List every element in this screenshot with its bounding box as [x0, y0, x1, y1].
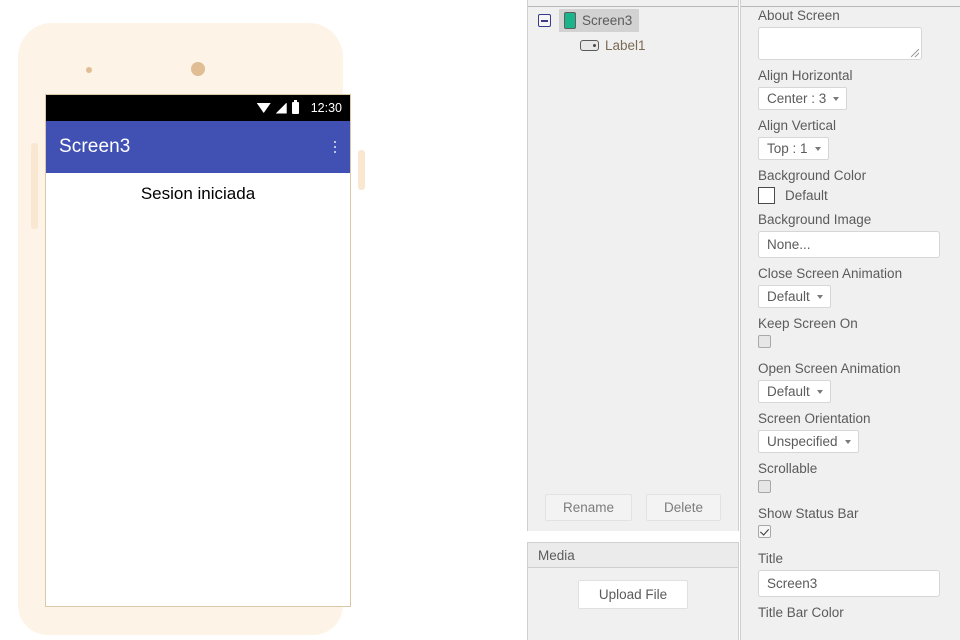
- open-screen-animation-select[interactable]: Default: [758, 380, 831, 403]
- show-status-bar-checkbox[interactable]: [758, 525, 771, 538]
- phone-right-button: [358, 150, 365, 190]
- select-value: Top : 1: [767, 141, 808, 156]
- chevron-down-icon: [816, 389, 823, 394]
- screen-icon: [564, 12, 576, 29]
- property-label: Align Horizontal: [758, 68, 853, 83]
- upload-file-button[interactable]: Upload File: [577, 580, 689, 609]
- app-root: 12:30 Screen3 Sesion iniciada Screen3 La…: [0, 0, 960, 640]
- phone-mockup: 12:30 Screen3 Sesion iniciada: [18, 23, 365, 635]
- delete-button[interactable]: Delete: [646, 494, 722, 521]
- property-title: Title Screen3: [758, 551, 944, 597]
- background-color-row: Default: [758, 187, 944, 204]
- rename-button[interactable]: Rename: [544, 494, 632, 521]
- align-horizontal-select[interactable]: Center : 3: [758, 87, 848, 110]
- tree-row: Label1: [528, 33, 738, 58]
- property-label: Open Screen Animation: [758, 361, 901, 376]
- property-label: Show Status Bar: [758, 506, 859, 521]
- color-swatch[interactable]: [758, 187, 775, 204]
- property-scrollable: Scrollable: [758, 461, 944, 498]
- properties-panel: About Screen Align Horizontal Center : 3…: [740, 0, 960, 640]
- status-bar-clock: 12:30: [310, 101, 342, 115]
- select-value: Default: [767, 384, 810, 399]
- close-screen-animation-select[interactable]: Default: [758, 285, 831, 308]
- media-panel: Media Upload File: [527, 542, 739, 640]
- property-background-image: Background Image None...: [758, 212, 944, 258]
- chevron-down-icon: [814, 146, 821, 151]
- property-close-screen-animation: Close Screen Animation Default: [758, 266, 944, 308]
- scrollable-checkbox[interactable]: [758, 480, 771, 493]
- chevron-down-icon: [833, 96, 840, 101]
- label1-component[interactable]: Sesion iniciada: [141, 184, 255, 204]
- chevron-down-icon: [844, 439, 851, 444]
- select-value: Center : 3: [767, 91, 827, 106]
- property-label: Close Screen Animation: [758, 266, 903, 281]
- property-label: Scrollable: [758, 461, 818, 476]
- keep-screen-on-checkbox[interactable]: [758, 335, 771, 348]
- tree-item-screen3[interactable]: Screen3: [559, 9, 640, 32]
- property-background-color: Background Color Default: [758, 168, 944, 204]
- signal-icon: [275, 102, 287, 114]
- wifi-icon: [256, 103, 271, 113]
- android-status-bar: 12:30: [46, 95, 350, 121]
- app-title-text: Screen3: [59, 136, 131, 157]
- select-value: Default: [767, 289, 810, 304]
- property-align-vertical: Align Vertical Top : 1: [758, 118, 944, 160]
- tree-row: Screen3: [528, 8, 738, 33]
- property-label: Align Vertical: [758, 118, 837, 133]
- media-panel-header: Media: [528, 542, 738, 568]
- property-open-screen-animation: Open Screen Animation Default: [758, 361, 944, 403]
- phone-sensor-dot-icon: [86, 67, 92, 73]
- properties-panel-header: [741, 0, 960, 7]
- tree-item-label: Label1: [605, 38, 646, 53]
- background-image-field[interactable]: None...: [758, 231, 940, 258]
- overflow-menu-icon[interactable]: [333, 140, 336, 154]
- property-keep-screen-on: Keep Screen On: [758, 316, 944, 353]
- phone-camera-dot-icon: [191, 62, 205, 76]
- property-label: Background Image: [758, 212, 872, 227]
- media-panel-body: Upload File: [528, 568, 738, 609]
- label-icon: [580, 40, 599, 51]
- property-label: Screen Orientation: [758, 411, 871, 426]
- property-align-horizontal: Align Horizontal Center : 3: [758, 68, 944, 110]
- property-label: Title Bar Color: [758, 605, 844, 618]
- screen-orientation-select[interactable]: Unspecified: [758, 430, 859, 453]
- about-screen-textarea[interactable]: [758, 27, 922, 60]
- property-title-bar-color: Title Bar Color: [758, 605, 944, 618]
- align-vertical-select[interactable]: Top : 1: [758, 137, 829, 160]
- status-bar-icons: 12:30: [256, 100, 342, 115]
- property-label: Keep Screen On: [758, 316, 858, 331]
- property-about-screen: About Screen: [758, 8, 944, 60]
- property-label: Background Color: [758, 168, 867, 183]
- chevron-down-icon: [816, 294, 823, 299]
- screen-canvas[interactable]: Sesion iniciada: [46, 173, 350, 606]
- component-tree-actions: Rename Delete: [528, 494, 738, 521]
- component-tree: Screen3 Label1: [528, 8, 738, 58]
- viewer-area: 12:30 Screen3 Sesion iniciada: [0, 0, 527, 640]
- property-label: Title: [758, 551, 784, 566]
- tree-item-label: Screen3: [582, 13, 633, 28]
- property-label: About Screen: [758, 8, 840, 23]
- phone-screen[interactable]: 12:30 Screen3 Sesion iniciada: [45, 94, 351, 607]
- components-panel-header: [528, 0, 738, 7]
- battery-icon: [291, 100, 299, 114]
- property-screen-orientation: Screen Orientation Unspecified: [758, 411, 944, 453]
- select-value: Unspecified: [767, 434, 838, 449]
- color-value-label: Default: [785, 188, 828, 203]
- title-field[interactable]: Screen3: [758, 570, 940, 597]
- phone-left-button: [31, 143, 38, 229]
- app-title-bar: Screen3: [46, 121, 350, 173]
- components-panel: Screen3 Label1 Rename Delete: [527, 0, 739, 531]
- tree-item-label1[interactable]: Label1: [575, 35, 653, 56]
- tree-collapse-icon[interactable]: [538, 14, 551, 27]
- property-show-status-bar: Show Status Bar: [758, 506, 944, 543]
- properties-list: About Screen Align Horizontal Center : 3…: [741, 8, 960, 626]
